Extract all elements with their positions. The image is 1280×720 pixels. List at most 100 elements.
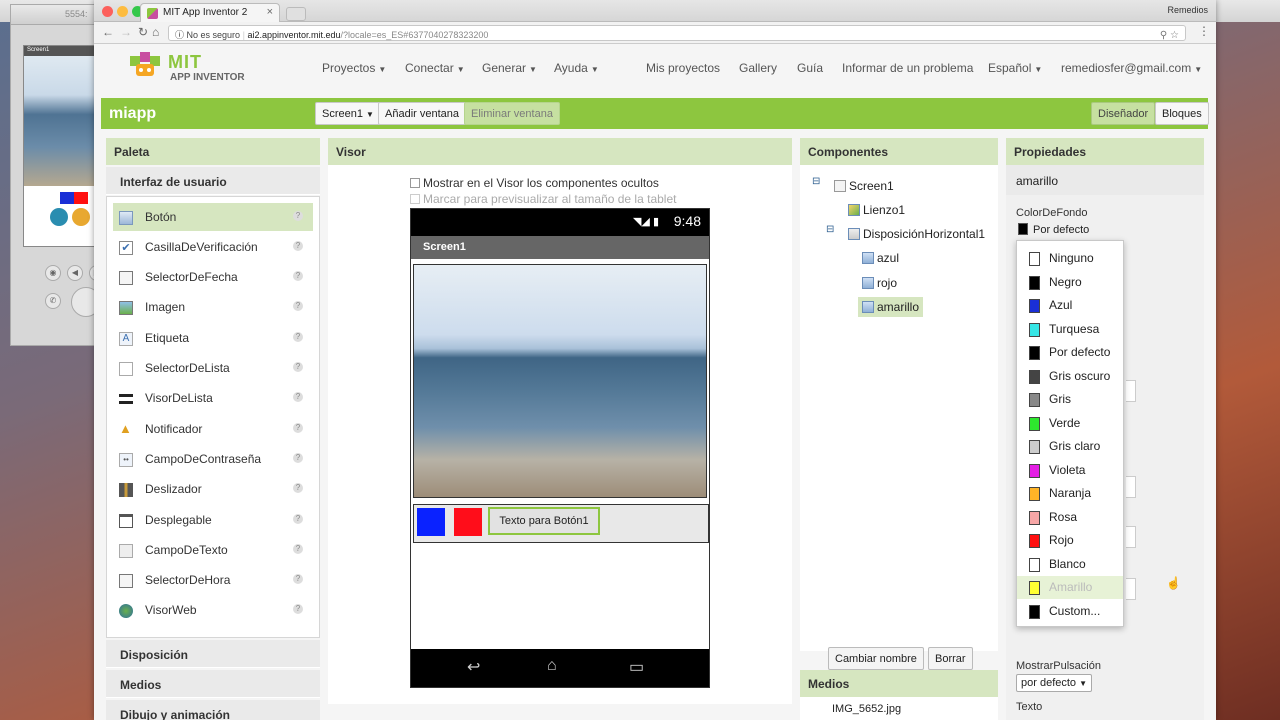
help-icon: ? xyxy=(293,241,303,251)
color-option[interactable]: Blanco xyxy=(1017,553,1123,576)
tree-node-rojo[interactable]: rojo xyxy=(862,276,897,290)
call-icon[interactable]: ✆ xyxy=(45,293,61,309)
volume-icon[interactable]: ◀ xyxy=(67,265,83,281)
link-gallery[interactable]: Gallery xyxy=(739,61,777,75)
link-report-problem[interactable]: Informar de un problema xyxy=(842,61,973,75)
browser-tab[interactable]: MIT App Inventor 2 × xyxy=(140,3,280,22)
horizontal-arrangement[interactable]: Texto para Botón1 xyxy=(413,504,709,543)
blue-button[interactable] xyxy=(417,508,445,536)
info-icon[interactable]: ⓘ xyxy=(175,30,184,40)
property-input[interactable] xyxy=(1126,526,1136,548)
palette-section-layout[interactable]: Disposición xyxy=(106,640,320,668)
color-option[interactable]: Rosa xyxy=(1017,506,1123,529)
menu-ayuda[interactable]: Ayuda ▼ xyxy=(554,61,599,75)
red-button[interactable] xyxy=(454,508,482,536)
canvas-image[interactable] xyxy=(413,264,707,498)
palette-item-password[interactable]: •• CampoDeContraseña? xyxy=(113,445,313,473)
camera-button-icon[interactable]: ◉ xyxy=(45,265,61,281)
palette-item-slider[interactable]: Deslizador? xyxy=(113,475,313,503)
color-option[interactable]: Negro xyxy=(1017,271,1123,294)
browser-menu-icon[interactable]: ⋮ xyxy=(1198,24,1210,38)
color-option[interactable]: Rojo xyxy=(1017,529,1123,552)
bg-color-value[interactable]: Por defecto xyxy=(1018,223,1089,236)
link-mis-proyectos[interactable]: Mis proyectos xyxy=(646,61,720,75)
color-option[interactable]: Naranja xyxy=(1017,482,1123,505)
palette-section-media[interactable]: Medios xyxy=(106,670,320,698)
tree-node-horizontal[interactable]: DisposiciónHorizontal1 xyxy=(848,227,985,241)
pencil-icon[interactable] xyxy=(72,208,90,226)
color-option[interactable]: Amarillo xyxy=(1017,576,1123,599)
tab-close-icon[interactable]: × xyxy=(267,6,273,18)
menu-conectar[interactable]: Conectar ▼ xyxy=(405,61,465,75)
palette-item-notifier[interactable]: ▲ Notificador? xyxy=(113,415,313,443)
shape-select[interactable]: por defecto ▼ xyxy=(1016,674,1093,692)
logo[interactable]: MIT APP INVENTOR xyxy=(128,48,248,88)
color-option[interactable]: Gris claro xyxy=(1017,435,1123,458)
color-option[interactable]: Custom... xyxy=(1017,600,1123,623)
minimize-window-icon[interactable] xyxy=(117,6,128,17)
palette-item-listview[interactable]: VisorDeLista? xyxy=(113,384,313,412)
emulator-screen[interactable]: Screen1 xyxy=(23,45,99,247)
zoom-icon[interactable]: ⚲ ☆ xyxy=(1160,30,1179,41)
color-option[interactable]: Por defecto xyxy=(1017,341,1123,364)
tree-node-lienzo1[interactable]: Lienzo1 xyxy=(848,203,905,217)
tree-node-azul[interactable]: azul xyxy=(862,251,899,265)
tree-node-screen1[interactable]: Screen1 xyxy=(834,179,894,193)
help-icon: ? xyxy=(293,544,303,554)
forward-icon[interactable]: → xyxy=(120,25,132,39)
palette-item-timepicker[interactable]: SelectorDeHora? xyxy=(113,566,313,594)
color-swatch xyxy=(1029,510,1040,525)
color-option[interactable]: Gris xyxy=(1017,388,1123,411)
menu-account[interactable]: remediosfer@gmail.com ▼ xyxy=(1061,61,1202,75)
back-icon[interactable]: ← xyxy=(102,25,114,39)
menu-proyectos[interactable]: Proyectos ▼ xyxy=(322,61,386,75)
reload-icon[interactable]: ↻ xyxy=(138,25,148,39)
color-option[interactable]: Verde xyxy=(1017,412,1123,435)
palette-item-checkbox[interactable]: ✔ CasillaDeVerificación? xyxy=(113,233,313,261)
palette-item-textbox[interactable]: CampoDeTexto? xyxy=(113,536,313,564)
tree-node-amarillo[interactable]: amarillo xyxy=(858,297,924,317)
palette-item-datepicker[interactable]: SelectorDeFecha? xyxy=(113,263,313,291)
palette-item-listpicker[interactable]: SelectorDeLista? xyxy=(113,354,313,382)
screen-select[interactable]: Screen1 ▼ xyxy=(315,102,381,125)
palette-item-label[interactable]: A Etiqueta? xyxy=(113,324,313,352)
collapse-icon[interactable]: ⊟ xyxy=(826,224,834,235)
palette-item-spinner[interactable]: Desplegable? xyxy=(113,506,313,534)
collapse-icon[interactable]: ⊟ xyxy=(812,176,820,187)
palette-item-image[interactable]: Imagen? xyxy=(113,293,313,321)
delete-button[interactable]: Borrar xyxy=(928,647,973,670)
emulator-window[interactable]: 5554: Screen1 ◉ ◀ ▶ ✆ xyxy=(10,4,105,346)
url-field[interactable]: ⓘ No es seguro | ai2.appinventor.mit.edu… xyxy=(168,25,1186,41)
show-hidden-checkbox[interactable]: Mostrar en el Visor los componentes ocul… xyxy=(410,176,659,190)
camera-icon[interactable] xyxy=(50,208,68,226)
palette-section-ui[interactable]: Interfaz de usuario xyxy=(106,167,320,195)
color-option[interactable]: Gris oscuro xyxy=(1017,365,1123,388)
link-guia[interactable]: Guía xyxy=(797,61,823,75)
menu-language[interactable]: Español ▼ xyxy=(988,61,1042,75)
browser-user[interactable]: Remedios xyxy=(1167,5,1208,15)
color-option[interactable]: Azul xyxy=(1017,294,1123,317)
media-file[interactable]: IMG_5652.jpg xyxy=(800,697,998,720)
property-input[interactable] xyxy=(1126,380,1136,402)
home-icon[interactable]: ⌂ xyxy=(152,25,159,39)
blocks-button[interactable]: Bloques xyxy=(1155,102,1209,125)
add-screen-button[interactable]: Añadir ventana xyxy=(378,102,466,125)
palette-item-webviewer[interactable]: VisorWeb? xyxy=(113,596,313,624)
close-window-icon[interactable] xyxy=(102,6,113,17)
menu-generar[interactable]: Generar ▼ xyxy=(482,61,537,75)
color-option[interactable]: Violeta xyxy=(1017,459,1123,482)
property-input[interactable] xyxy=(1126,476,1136,498)
screen-title[interactable]: Screen1 xyxy=(411,236,709,259)
palette-section-drawing[interactable]: Dibujo y animación xyxy=(106,700,320,720)
property-input[interactable] xyxy=(1126,578,1136,600)
rename-button[interactable]: Cambiar nombre xyxy=(828,647,924,670)
color-option[interactable]: Turquesa xyxy=(1017,318,1123,341)
remove-screen-button[interactable]: Eliminar ventana xyxy=(464,102,560,125)
palette-item-boton[interactable]: Botón? xyxy=(113,203,313,231)
color-option-label: Violeta xyxy=(1049,462,1086,477)
new-tab-button[interactable] xyxy=(286,7,306,21)
color-option[interactable]: Ninguno xyxy=(1017,247,1123,270)
tablet-preview-checkbox[interactable]: Marcar para previsualizar al tamaño de l… xyxy=(410,192,676,206)
yellow-button[interactable]: Texto para Botón1 xyxy=(488,507,600,535)
designer-button[interactable]: Diseñador xyxy=(1091,102,1156,125)
